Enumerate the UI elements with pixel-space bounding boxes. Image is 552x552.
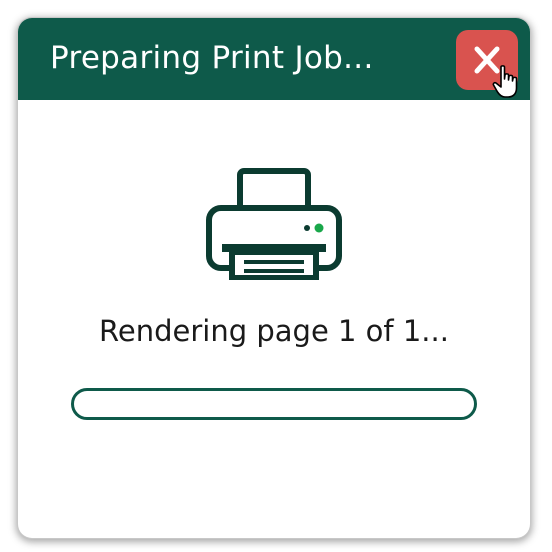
printer-icon (206, 168, 342, 280)
dialog-titlebar: Preparing Print Job... (18, 18, 530, 100)
progress-bar (71, 388, 477, 420)
close-icon (474, 46, 500, 74)
dialog-title: Preparing Print Job... (50, 40, 374, 76)
close-button[interactable] (456, 30, 518, 90)
print-dialog: Preparing Print Job... Rendering page 1 … (18, 18, 530, 538)
status-text: Rendering page 1 of 1... (99, 314, 449, 348)
